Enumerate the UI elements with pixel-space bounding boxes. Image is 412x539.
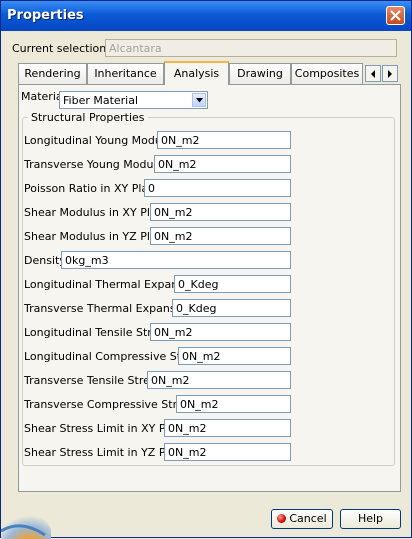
property-field[interactable]: 0kg_m3 [61, 251, 291, 269]
properties-dialog: Properties Current selection : Alcantara… [0, 0, 412, 539]
property-label: Density [24, 254, 66, 267]
property-field[interactable]: 0 [144, 179, 291, 197]
property-label: Transverse Thermal Expansion [24, 302, 193, 315]
property-label: Shear Modulus in XY Plane [24, 206, 171, 219]
cancel-button[interactable]: Cancel [271, 509, 333, 529]
property-label: Longitudinal Compressive Stress [24, 350, 204, 363]
property-field[interactable]: 0N_m2 [154, 155, 291, 173]
property-field[interactable]: 0N_m2 [150, 203, 291, 221]
property-label: Shear Modulus in YZ Plane [24, 230, 171, 243]
tab-analysis[interactable]: Analysis [164, 61, 229, 85]
tab-inheritance[interactable]: Inheritance [87, 63, 164, 84]
material-select-value: Fiber Material [63, 94, 139, 107]
property-field[interactable]: 0_Kdeg [172, 299, 291, 317]
tab-scroll-right-button[interactable] [382, 65, 398, 82]
current-selection-field: Alcantara [105, 39, 397, 57]
help-button[interactable]: Help [340, 509, 401, 529]
group-title: Structural Properties [28, 111, 148, 124]
app-logo [1, 501, 51, 539]
property-label: Transverse Compressive Stress [24, 398, 196, 411]
material-select[interactable]: Fiber Material [59, 91, 208, 109]
property-field[interactable]: 0N_m2 [150, 323, 291, 341]
chevron-down-icon [196, 98, 203, 103]
property-field[interactable]: 0N_m2 [164, 419, 291, 437]
tab-scroll-left-button[interactable] [365, 65, 381, 82]
close-icon [390, 10, 401, 21]
title-bar[interactable]: Properties [1, 1, 411, 31]
tab-drawing[interactable]: Drawing [229, 63, 291, 84]
property-field[interactable]: 0N_m2 [176, 395, 291, 413]
tab-rendering[interactable]: Rendering [18, 63, 87, 84]
property-field[interactable]: 0N_m2 [178, 347, 291, 365]
arrow-left-icon [371, 70, 375, 78]
property-label: Poisson Ratio in XY Plane [24, 182, 162, 195]
stop-icon [277, 513, 287, 523]
property-label: Transverse Young Modulus [24, 158, 170, 171]
current-selection-label: Current selection : [12, 42, 114, 55]
material-dropdown-button[interactable] [192, 93, 206, 107]
property-label: Longitudinal Young Modulus [24, 134, 178, 147]
property-field[interactable]: 0N_m2 [164, 443, 291, 461]
cancel-label: Cancel [289, 512, 327, 525]
property-label: Transverse Tensile Stress [24, 374, 162, 387]
property-field[interactable]: 0N_m2 [157, 131, 291, 149]
window-title: Properties [7, 8, 84, 23]
property-label: Longitudinal Tensile Stress [24, 326, 170, 339]
tab-composites[interactable]: Composites [291, 63, 363, 84]
property-field[interactable]: 0N_m2 [147, 371, 291, 389]
property-field[interactable]: 0_Kdeg [174, 275, 291, 293]
property-field[interactable]: 0N_m2 [150, 227, 291, 245]
arrow-right-icon [388, 70, 392, 78]
close-button[interactable] [386, 6, 405, 25]
